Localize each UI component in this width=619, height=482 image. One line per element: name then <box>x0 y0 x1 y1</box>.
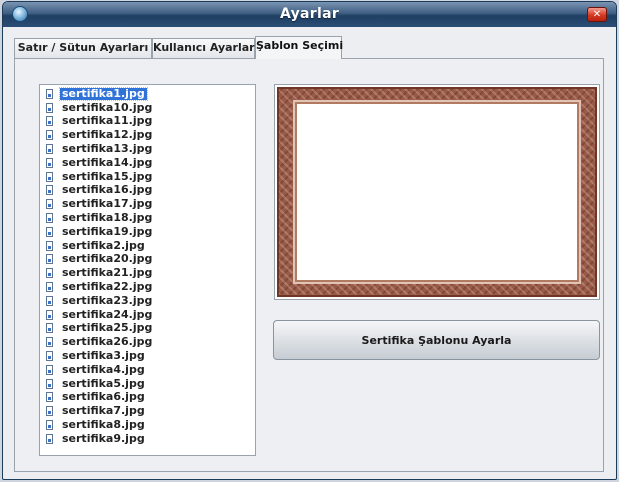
image-file-icon <box>46 199 53 210</box>
image-file-icon <box>46 130 53 141</box>
window-title: Ayarlar <box>279 6 340 22</box>
file-name-label: sertifika16.jpg <box>62 183 153 197</box>
file-list-item[interactable]: sertifika17.jpg <box>46 197 255 211</box>
file-list-item[interactable]: sertifika4.jpg <box>46 363 255 377</box>
file-name-label: sertifika13.jpg <box>62 142 153 156</box>
file-name-label: sertifika2.jpg <box>62 238 145 252</box>
image-file-icon <box>46 226 53 237</box>
set-template-button[interactable]: Sertifika Şablonu Ayarla <box>273 320 600 360</box>
file-name-label: sertifika14.jpg <box>62 155 153 169</box>
file-list-item[interactable]: sertifika20.jpg <box>46 253 255 267</box>
file-list-item[interactable]: sertifika1.jpg <box>46 86 255 101</box>
close-button[interactable]: ✕ <box>587 7 607 22</box>
file-name-label: sertifika7.jpg <box>62 404 145 418</box>
file-list-item[interactable]: sertifika5.jpg <box>46 377 255 391</box>
file-name-label: sertifika21.jpg <box>62 266 153 280</box>
settings-window: Ayarlar ✕ Satır / Sütun Ayarları Kullanı… <box>2 1 617 480</box>
image-file-icon <box>46 282 53 293</box>
file-list-item[interactable]: sertifika16.jpg <box>46 184 255 198</box>
image-file-icon <box>46 240 53 251</box>
file-list-items: sertifika1.jpg sertifika10.jpg sertifika11… <box>40 85 255 446</box>
certificate-border-image <box>277 87 597 297</box>
file-name-label: sertifika8.jpg <box>62 418 145 432</box>
image-file-icon <box>46 309 53 320</box>
file-list-item[interactable]: sertifika13.jpg <box>46 142 255 156</box>
file-name-label: sertifika19.jpg <box>62 224 153 238</box>
image-file-icon <box>46 144 53 155</box>
image-file-icon <box>46 295 53 306</box>
file-name-label: sertifika3.jpg <box>62 349 145 363</box>
file-list-item[interactable]: sertifika18.jpg <box>46 211 255 225</box>
file-name-label: sertifika4.jpg <box>62 362 145 376</box>
file-name-label: sertifika11.jpg <box>62 114 153 128</box>
file-name-label: sertifika1.jpg <box>59 86 148 101</box>
file-list-item[interactable]: sertifika15.jpg <box>46 170 255 184</box>
template-selection-panel: sertifika1.jpg sertifika10.jpg sertifika11… <box>14 58 604 472</box>
file-name-label: sertifika15.jpg <box>62 169 153 183</box>
image-file-icon <box>46 254 53 265</box>
file-list-item[interactable]: sertifika22.jpg <box>46 280 255 294</box>
file-name-label: sertifika17.jpg <box>62 197 153 211</box>
image-file-icon <box>46 116 53 127</box>
file-name-label: sertifika12.jpg <box>62 128 153 142</box>
image-file-icon <box>46 171 53 182</box>
file-list-item[interactable]: sertifika21.jpg <box>46 266 255 280</box>
tab-user-settings[interactable]: Kullanıcı Ayarları <box>152 38 258 58</box>
file-name-label: sertifika20.jpg <box>62 252 153 266</box>
template-preview <box>274 84 600 300</box>
file-list-item[interactable]: sertifika25.jpg <box>46 322 255 336</box>
file-list-item[interactable]: sertifika11.jpg <box>46 115 255 129</box>
image-file-icon <box>46 392 53 403</box>
file-list-item[interactable]: sertifika19.jpg <box>46 225 255 239</box>
image-file-icon <box>46 157 53 168</box>
image-file-icon <box>46 351 53 362</box>
file-name-label: sertifika26.jpg <box>62 335 153 349</box>
image-file-icon <box>46 364 53 375</box>
file-name-label: sertifika5.jpg <box>62 376 145 390</box>
image-file-icon <box>46 323 53 334</box>
image-file-icon <box>46 185 53 196</box>
file-name-label: sertifika6.jpg <box>62 390 145 404</box>
file-name-label: sertifika24.jpg <box>62 307 153 321</box>
tab-template-selection[interactable]: Şablon Seçimi <box>255 36 343 59</box>
file-name-label: sertifika22.jpg <box>62 280 153 294</box>
file-list-item[interactable]: sertifika8.jpg <box>46 418 255 432</box>
file-list-item[interactable]: sertifika10.jpg <box>46 101 255 115</box>
file-list-item[interactable]: sertifika12.jpg <box>46 128 255 142</box>
image-file-icon <box>46 378 53 389</box>
image-file-icon <box>46 102 53 113</box>
image-file-icon <box>46 213 53 224</box>
file-name-label: sertifika23.jpg <box>62 293 153 307</box>
file-list-item[interactable]: sertifika26.jpg <box>46 335 255 349</box>
file-name-label: sertifika25.jpg <box>62 321 153 335</box>
file-list-item[interactable]: sertifika7.jpg <box>46 404 255 418</box>
file-list-item[interactable]: sertifika2.jpg <box>46 239 255 253</box>
tab-row-column-settings[interactable]: Satır / Sütun Ayarları <box>14 38 152 58</box>
file-list-item[interactable]: sertifika14.jpg <box>46 156 255 170</box>
image-file-icon <box>46 88 53 99</box>
file-list-item[interactable]: sertifika24.jpg <box>46 308 255 322</box>
image-file-icon <box>46 337 53 348</box>
file-list-item[interactable]: sertifika23.jpg <box>46 294 255 308</box>
template-file-list[interactable]: sertifika1.jpg sertifika10.jpg sertifika11… <box>39 84 256 456</box>
file-list-item[interactable]: sertifika6.jpg <box>46 391 255 405</box>
image-file-icon <box>46 420 53 431</box>
file-name-label: sertifika9.jpg <box>62 431 145 445</box>
image-file-icon <box>46 406 53 417</box>
image-file-icon <box>46 268 53 279</box>
title-bar[interactable]: Ayarlar ✕ <box>3 2 616 27</box>
file-list-item[interactable]: sertifika3.jpg <box>46 349 255 363</box>
certificate-blank-area <box>295 102 579 282</box>
image-file-icon <box>46 433 53 444</box>
file-name-label: sertifika18.jpg <box>62 211 153 225</box>
file-list-item[interactable]: sertifika9.jpg <box>46 432 255 446</box>
file-name-label: sertifika10.jpg <box>62 100 153 114</box>
